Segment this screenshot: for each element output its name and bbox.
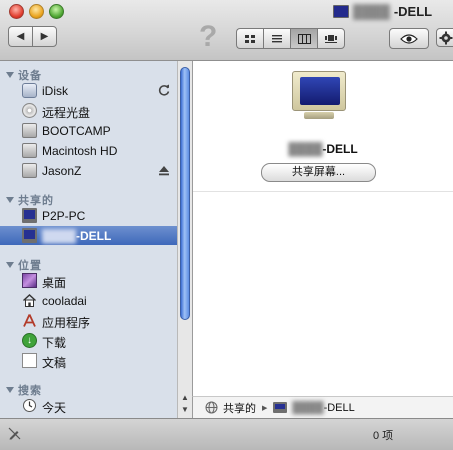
sidebar-item-label: JasonZ bbox=[42, 164, 82, 178]
sidebar-item-label: cooladai bbox=[42, 294, 87, 308]
no-write-pencil-icon bbox=[8, 427, 21, 440]
sidebar-scrollbar[interactable]: ▲ ▼ bbox=[177, 61, 192, 418]
close-window-button[interactable] bbox=[9, 4, 24, 19]
sidebar-item-label: 桌面 bbox=[42, 276, 67, 290]
sidebar-item-downloads[interactable]: ↓ 下载 bbox=[0, 331, 177, 350]
blurred-name: ████ bbox=[288, 142, 323, 156]
zoom-window-button[interactable] bbox=[49, 4, 64, 19]
monitor-icon bbox=[333, 4, 349, 18]
disk-icon bbox=[22, 123, 37, 138]
sidebar-item-label: ████-DELL bbox=[42, 229, 111, 243]
blurred-name: ████ bbox=[42, 229, 77, 243]
icon-view-button[interactable] bbox=[236, 28, 263, 49]
title-suffix: -DELL bbox=[393, 3, 433, 19]
list-view-icon bbox=[272, 34, 282, 42]
desktop-icon bbox=[22, 273, 37, 288]
document-icon bbox=[22, 353, 37, 368]
quick-look-button[interactable] bbox=[389, 28, 429, 49]
home-icon bbox=[23, 294, 36, 307]
coverflow-view-icon bbox=[325, 34, 337, 43]
monitor-icon bbox=[290, 71, 348, 119]
name-suffix: -DELL bbox=[322, 142, 358, 156]
monitor-icon bbox=[273, 402, 288, 413]
computer-name: ████-DELL bbox=[193, 142, 453, 156]
sidebar-item-label: P2P-PC bbox=[42, 209, 86, 223]
minimize-window-button[interactable] bbox=[29, 4, 44, 19]
scroll-down-arrow-icon[interactable]: ▼ bbox=[181, 405, 189, 414]
scrollbar-thumb[interactable] bbox=[180, 67, 190, 320]
sidebar-item-documents[interactable]: 文稿 bbox=[0, 351, 177, 370]
disclosure-triangle-icon bbox=[6, 197, 14, 203]
gear-icon bbox=[439, 31, 453, 44]
sidebar-item-remote-disc[interactable]: 远程光盘 bbox=[0, 101, 177, 120]
disclosure-triangle-icon bbox=[6, 72, 14, 78]
blurred-name: ████ bbox=[292, 401, 324, 414]
monitor-icon bbox=[22, 228, 37, 243]
sidebar-item-bootcamp[interactable]: BOOTCAMP bbox=[0, 121, 177, 140]
sidebar-item-label: Macintosh HD bbox=[42, 144, 118, 158]
disk-icon bbox=[22, 163, 37, 178]
name-suffix: -DELL bbox=[76, 229, 112, 243]
disclosure-triangle-icon bbox=[6, 387, 14, 393]
sidebar-item-macintosh-hd[interactable]: Macintosh HD bbox=[0, 141, 177, 160]
list-view-button[interactable] bbox=[263, 28, 290, 49]
title-blurred-name: ████ bbox=[353, 3, 390, 19]
download-icon: ↓ bbox=[22, 333, 37, 348]
sidebar-item-label: 下载 bbox=[42, 336, 67, 350]
path-separator-icon: ▶ bbox=[262, 404, 268, 412]
applications-icon bbox=[23, 314, 36, 327]
clock-icon bbox=[23, 399, 36, 412]
column-view-pane: ████-DELL 共享屏幕... bbox=[192, 61, 453, 396]
idisk-icon bbox=[22, 83, 37, 98]
window-title: ████ -DELL bbox=[333, 3, 432, 19]
item-count: 0 项 bbox=[373, 430, 394, 442]
sidebar-item-jasonz[interactable]: JasonZ bbox=[0, 161, 177, 180]
sidebar-item-today[interactable]: 今天 bbox=[0, 396, 177, 415]
eject-icon[interactable] bbox=[157, 163, 171, 177]
icon-view-icon bbox=[245, 34, 255, 43]
share-screen-button[interactable]: 共享屏幕... bbox=[261, 163, 376, 182]
window-toolbar: ████ -DELL ◀ ▶ ? bbox=[0, 0, 453, 61]
network-icon bbox=[205, 401, 218, 414]
path-segment-shared[interactable]: 共享的 bbox=[223, 400, 256, 416]
sidebar-item-label: iDisk bbox=[42, 84, 68, 98]
coverflow-view-button[interactable] bbox=[317, 28, 345, 49]
sidebar-item-idisk[interactable]: iDisk bbox=[0, 81, 177, 100]
disclosure-triangle-icon bbox=[6, 262, 14, 268]
sync-icon[interactable] bbox=[157, 83, 171, 97]
cd-icon bbox=[22, 103, 37, 118]
monitor-icon bbox=[22, 208, 37, 223]
eye-icon bbox=[400, 33, 418, 44]
sidebar-item-label: 应用程序 bbox=[42, 316, 91, 330]
back-button[interactable]: ◀ bbox=[8, 26, 32, 47]
action-menu-button[interactable] bbox=[436, 28, 453, 47]
sidebar-item-p2p-pc[interactable]: P2P-PC bbox=[0, 206, 177, 225]
sidebar-item-applications[interactable]: 应用程序 bbox=[0, 311, 177, 330]
forward-arrow-icon: ▶ bbox=[40, 31, 49, 42]
scroll-up-arrow-icon[interactable]: ▲ bbox=[181, 393, 189, 402]
status-bar: 0 项 bbox=[0, 418, 453, 450]
back-arrow-icon: ◀ bbox=[16, 31, 25, 42]
sidebar-item-desktop[interactable]: 桌面 bbox=[0, 271, 177, 290]
sidebar-item-label: 文稿 bbox=[42, 356, 67, 370]
sidebar-item-label: 远程光盘 bbox=[42, 106, 91, 120]
forward-button[interactable]: ▶ bbox=[32, 26, 57, 47]
computer-preview: ████-DELL 共享屏幕... bbox=[193, 61, 453, 192]
path-segment-dell[interactable]: ████-DELL bbox=[292, 402, 354, 414]
sidebar-item-label: 今天 bbox=[42, 401, 67, 415]
navigation-buttons: ◀ ▶ bbox=[8, 26, 57, 47]
sidebar-item-label: BOOTCAMP bbox=[42, 124, 111, 138]
column-view-icon bbox=[297, 33, 311, 44]
name-suffix: -DELL bbox=[323, 401, 355, 414]
path-bar: 共享的 ▶ ████-DELL bbox=[192, 396, 453, 418]
sidebar-item-dell[interactable]: ████-DELL bbox=[0, 226, 177, 245]
help-question-icon[interactable]: ? bbox=[199, 20, 217, 54]
view-mode-selector bbox=[236, 28, 345, 49]
sidebar-item-home[interactable]: cooladai bbox=[0, 291, 177, 310]
column-view-button[interactable] bbox=[290, 28, 317, 49]
disk-icon bbox=[22, 143, 37, 158]
finder-sidebar: 设备 iDisk 远程光盘 BOOTCAMP Macintosh HD Jaso… bbox=[0, 61, 177, 418]
